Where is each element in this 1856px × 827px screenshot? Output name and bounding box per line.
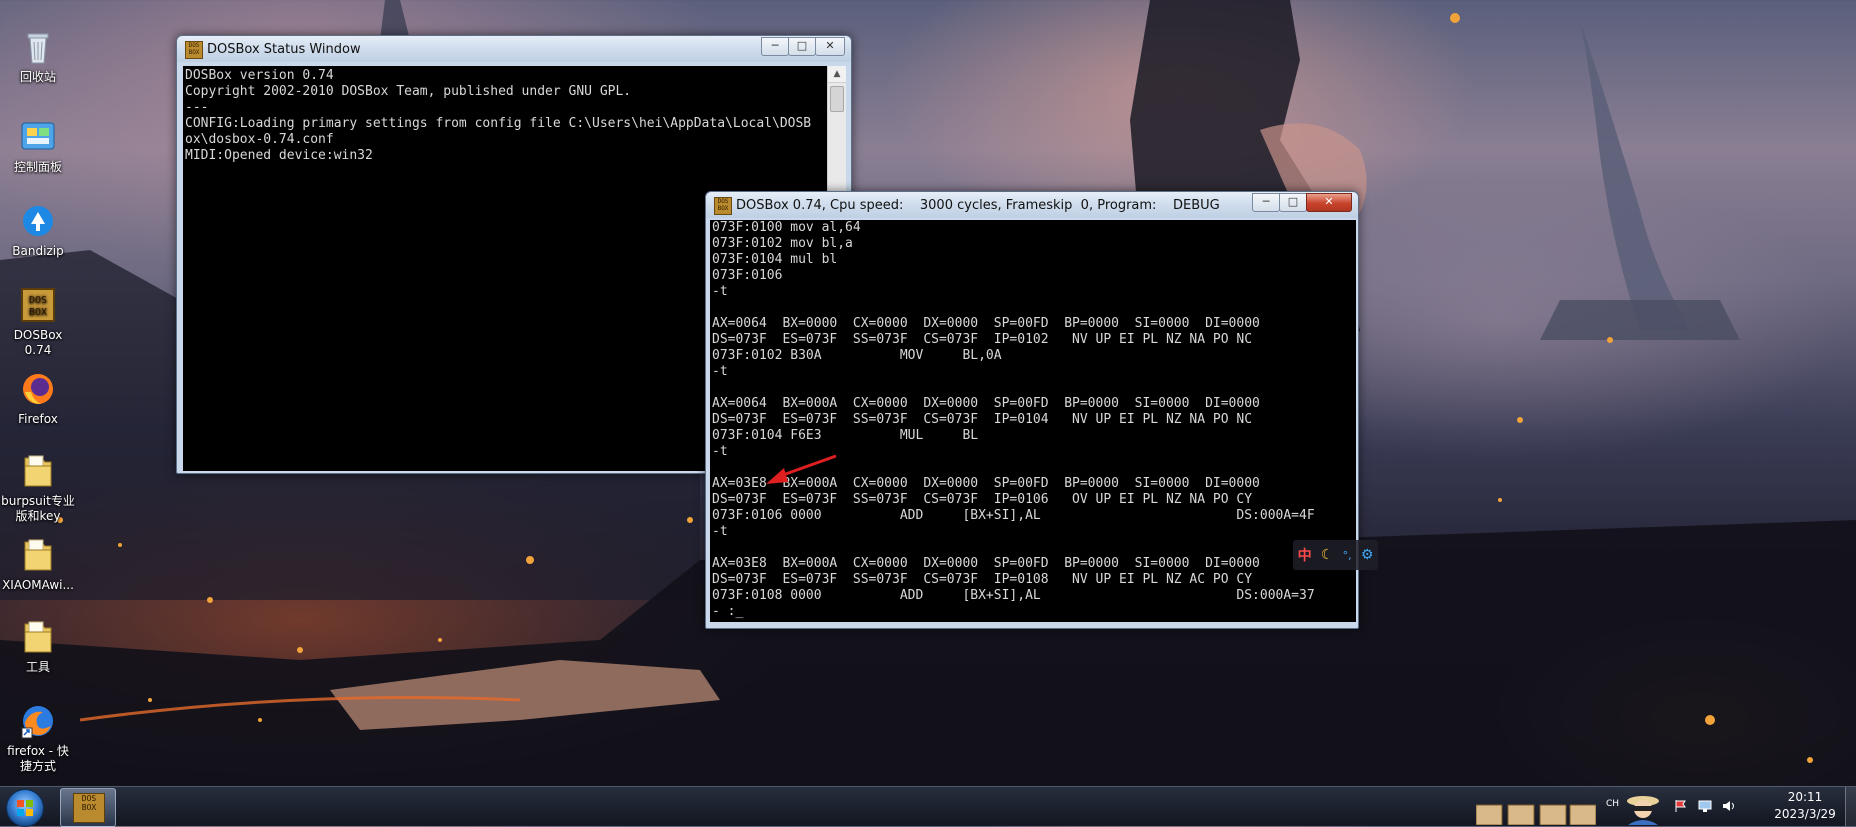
- desktop-icon-burpsuit-folder[interactable]: burpsuit专业 版和key: [0, 452, 76, 524]
- folder-icon: [19, 452, 57, 490]
- desktop-icon-label: Bandizip: [12, 244, 64, 258]
- close-button[interactable]: ✕: [815, 37, 845, 56]
- desktop-icon-label: burpsuit专业 版和key: [1, 494, 75, 523]
- moon-icon[interactable]: ☾: [1321, 547, 1334, 563]
- tray-toolbar-icon[interactable]: [1476, 803, 1596, 825]
- clock-time: 20:11: [1787, 790, 1823, 804]
- punctuation-icon[interactable]: °,: [1343, 549, 1352, 562]
- annotation-arrow-icon: [766, 454, 837, 484]
- volume-icon[interactable]: [1722, 799, 1736, 813]
- desktop-icon-recycle-bin[interactable]: 回收站: [0, 28, 76, 85]
- windows-logo-icon: [17, 800, 33, 816]
- folder-icon: [19, 536, 57, 574]
- dosbox-icon: DOS BOX: [19, 286, 57, 324]
- recycle-bin-icon: [19, 28, 57, 66]
- desktop-icon-dosbox[interactable]: DOS BOX DOSBox 0.74: [0, 286, 76, 358]
- bandizip-icon: [19, 202, 57, 240]
- desktop-icon-label: XIAOMAwi...: [2, 578, 74, 592]
- show-desktop-button[interactable]: [1845, 787, 1856, 826]
- start-button[interactable]: [6, 789, 44, 827]
- avatar-icon[interactable]: [1622, 791, 1664, 825]
- scrollbar-thumb[interactable]: [830, 86, 844, 112]
- window-controls: ─ □ ✕: [761, 37, 845, 56]
- close-button[interactable]: ✕: [1306, 193, 1352, 212]
- taskbar-dosbox-button[interactable]: DOS BOX: [60, 788, 116, 827]
- desktop-icon-label: firefox - 快 捷方式: [7, 744, 69, 773]
- minimize-button[interactable]: ─: [761, 37, 789, 56]
- debug-window-titlebar[interactable]: DOS BOX DOSBox 0.74, Cpu speed: 3000 cyc…: [706, 192, 1358, 218]
- desktop-icon-label: 工具: [25, 660, 50, 674]
- clock-date: 2023/3/29: [1774, 807, 1836, 821]
- desktop-icon-label: 回收站: [19, 70, 56, 84]
- desktop-icon-xiaoma-folder[interactable]: XIAOMAwi...: [0, 536, 76, 593]
- ime-toolbar[interactable]: 中 ☾ °, ⚙: [1293, 540, 1378, 570]
- folder-icon: [19, 618, 57, 656]
- system-tray: CH 20:11 2023/3/29: [1476, 787, 1856, 826]
- scroll-up-arrow-icon[interactable]: ▲: [828, 66, 846, 83]
- dosbox-icon: DOS BOX: [73, 793, 105, 823]
- desktop-icon-firefox-shortcut[interactable]: firefox - 快 捷方式: [0, 702, 76, 774]
- desktop-icon-label: 控制面板: [13, 160, 62, 174]
- network-icon[interactable]: [1698, 799, 1712, 813]
- desktop-icon-firefox[interactable]: Firefox: [0, 370, 76, 427]
- system-clock[interactable]: 20:11 2023/3/29: [1770, 789, 1840, 823]
- maximize-button[interactable]: □: [788, 37, 816, 56]
- ime-language-toggle[interactable]: 中: [1298, 545, 1312, 565]
- taskbar: DOS BOX CH 20:11 2023/3/29: [0, 786, 1856, 827]
- dosbox-debug-window[interactable]: DOS BOX DOSBox 0.74, Cpu speed: 3000 cyc…: [705, 191, 1359, 629]
- firefox-icon: [19, 370, 57, 408]
- svg-text:DOS: DOS: [29, 295, 47, 306]
- desktop-icon-bandizip[interactable]: Bandizip: [0, 202, 76, 259]
- dosbox-icon: DOS BOX: [714, 197, 732, 215]
- dosbox-icon: DOS BOX: [185, 41, 203, 59]
- desktop-icon-control-panel[interactable]: 控制面板: [0, 118, 76, 175]
- desktop-icon-tools-folder[interactable]: 工具: [0, 618, 76, 675]
- window-controls: ─ □ ✕: [1252, 193, 1352, 212]
- window-title: DOSBox 0.74, Cpu speed: 3000 cycles, Fra…: [736, 198, 1220, 213]
- language-indicator[interactable]: CH: [1606, 799, 1619, 809]
- desktop-icon-label: DOSBox 0.74: [13, 328, 63, 357]
- minimize-button[interactable]: ─: [1252, 193, 1280, 212]
- window-title: DOSBox Status Window: [207, 42, 361, 57]
- action-center-flag-icon[interactable]: [1674, 799, 1688, 813]
- debug-console-output[interactable]: 073F:0100 mov al,64 073F:0102 mov bl,a 0…: [710, 220, 1356, 622]
- firefox-shortcut-icon: [19, 702, 57, 740]
- status-window-titlebar[interactable]: DOS BOX DOSBox Status Window ─ □ ✕: [177, 36, 851, 62]
- desktop-icon-label: Firefox: [18, 412, 58, 426]
- gear-icon[interactable]: ⚙: [1361, 547, 1374, 563]
- maximize-button[interactable]: □: [1279, 193, 1307, 212]
- control-panel-icon: [19, 118, 57, 156]
- svg-text:BOX: BOX: [29, 307, 47, 318]
